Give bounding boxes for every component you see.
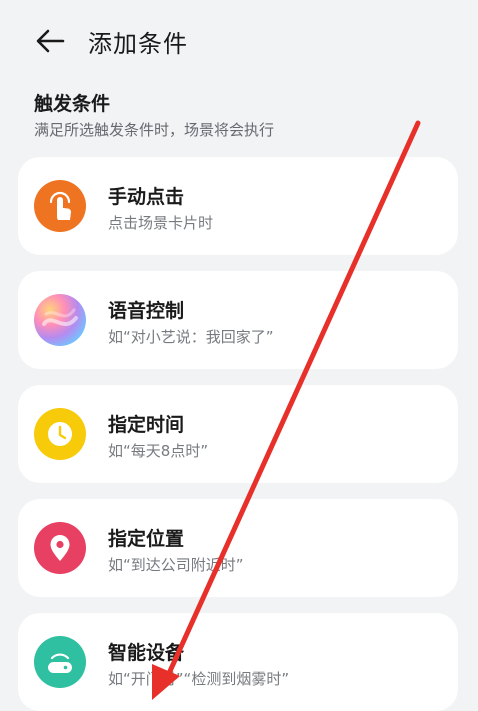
clock-icon [34,408,86,460]
condition-card-specified-time[interactable]: 指定时间 如“每天8点时” [18,385,458,483]
condition-title: 智能设备 [108,642,185,664]
condition-title: 指定位置 [108,528,185,550]
condition-title: 语音控制 [108,300,185,322]
condition-desc: 如“开门时”“检测到烟雾时” [108,670,290,688]
condition-card-smart-device[interactable]: 智能设备 如“开门时”“检测到烟雾时” [18,613,458,711]
page-title: 添加条件 [88,30,188,58]
condition-desc: 点击场景卡片时 [108,214,214,232]
condition-desc: 如“对小艺说：我回家了” [108,328,274,346]
back-button[interactable] [30,22,70,60]
condition-title: 手动点击 [108,186,185,208]
section-title: 触发条件 [34,93,111,115]
condition-card-voice-control[interactable]: 语音控制 如“对小艺说：我回家了” [18,271,458,369]
voice-assistant-orb-icon [34,294,86,346]
location-pin-icon [34,522,86,574]
condition-desc: 如“到达公司附近时” [108,556,244,574]
router-device-icon [34,636,86,688]
section-subtitle: 满足所选触发条件时，场景将会执行 [34,121,275,139]
condition-title: 指定时间 [108,414,185,436]
condition-desc: 如“每天8点时” [108,442,209,460]
condition-card-manual-tap[interactable]: 手动点击 点击场景卡片时 [18,157,458,255]
top-bar: 添加条件 [0,0,478,82]
arrow-left-icon [36,29,65,53]
condition-card-specified-location[interactable]: 指定位置 如“到达公司附近时” [18,499,458,597]
hand-tap-icon [34,180,86,232]
